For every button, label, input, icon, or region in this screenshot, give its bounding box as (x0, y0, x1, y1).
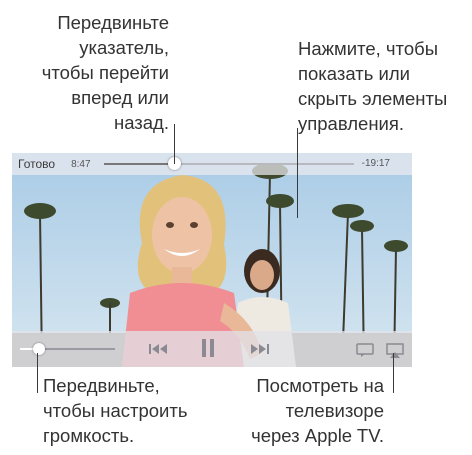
pause-icon[interactable] (200, 337, 216, 363)
airplay-icon[interactable] (386, 343, 404, 363)
callout-tv-leader (393, 353, 394, 393)
fast-forward-icon[interactable] (248, 340, 270, 362)
callout-volume-text: Передвиньте, чтобы настроить громкость. (43, 375, 188, 446)
callout-tap-text: Нажмите, чтобы показать или скрыть элеме… (298, 38, 448, 134)
elapsed-time: 8:47 (71, 158, 91, 170)
scrubber-progress (104, 163, 174, 165)
rewind-icon[interactable] (148, 340, 170, 362)
scrubber-track[interactable] (104, 163, 354, 165)
remaining-time: -19:17 (361, 158, 390, 169)
callout-scrub-text: Передвиньте указатель, чтобы перейти впе… (41, 12, 169, 133)
top-control-bar: Готово 8:47 -19:17 (12, 153, 412, 175)
bottom-control-bar (12, 331, 412, 367)
callout-tap-leader (297, 128, 298, 218)
volume-slider-handle[interactable] (33, 343, 45, 355)
done-button[interactable]: Готово (18, 157, 55, 171)
callout-scrub-leader (174, 124, 175, 164)
callout-volume-leader (37, 353, 38, 393)
callout-tv-text: Посмотреть на телевизоре через Apple TV. (251, 375, 384, 446)
subtitles-icon[interactable] (356, 343, 374, 361)
video-player[interactable]: Готово 8:47 -19:17 (12, 153, 412, 367)
